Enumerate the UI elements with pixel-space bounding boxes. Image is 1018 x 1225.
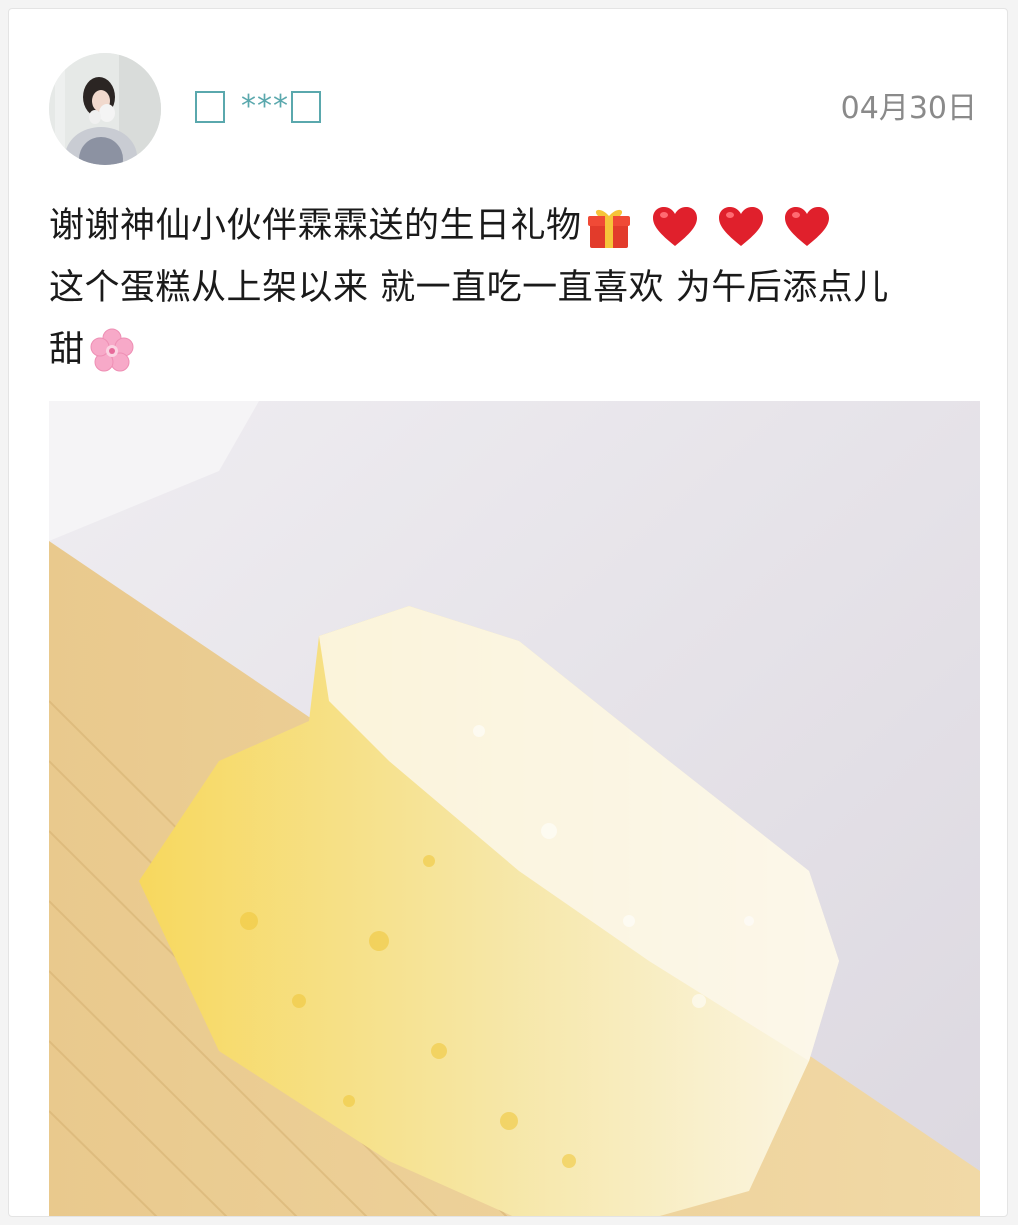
gift-icon — [586, 204, 632, 250]
name-glyph-placeholder — [195, 91, 225, 123]
cake-image — [49, 401, 980, 1216]
name-glyph-placeholder — [291, 91, 321, 123]
post-line-3: 甜 — [49, 319, 979, 381]
post-line-2: 这个蛋糕从上架以来 就一直吃一直喜欢 为午后添点儿 — [49, 268, 889, 308]
post-card: *** 04月30日 谢谢神仙小伙伴霖霖送的生日礼物 这个蛋糕从上架以来 就一直… — [8, 8, 1008, 1217]
user-avatar[interactable] — [49, 53, 161, 165]
post-line-1-text: 谢谢神仙小伙伴霖霖送的生日礼物 — [49, 206, 582, 246]
username[interactable]: *** — [187, 87, 329, 127]
heart-icon — [784, 206, 830, 248]
post-line-3-text: 甜 — [49, 330, 85, 370]
heart-icon — [652, 206, 698, 248]
post-line-1: 谢谢神仙小伙伴霖霖送的生日礼物 — [49, 195, 979, 257]
avatar-image — [49, 53, 161, 165]
cherry-blossom-icon — [89, 328, 135, 374]
heart-icon — [718, 206, 764, 248]
username-text: *** — [241, 89, 289, 124]
post-text: 谢谢神仙小伙伴霖霖送的生日礼物 这个蛋糕从上架以来 就一直吃一直喜欢 为午后添点… — [49, 195, 979, 381]
post-date: 04月30日 — [840, 91, 977, 126]
cake-photo[interactable] — [49, 401, 980, 1216]
